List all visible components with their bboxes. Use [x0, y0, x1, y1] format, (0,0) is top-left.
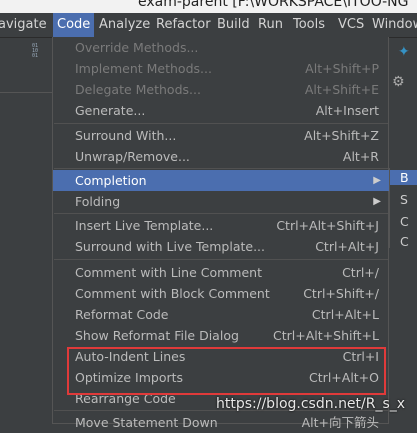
- menu-item-delegate-methods[interactable]: Delegate Methods... Alt+Shift+E: [53, 79, 389, 100]
- menu-item-insert-live-template[interactable]: Insert Live Template... Ctrl+Alt+Shift+J: [53, 215, 389, 236]
- menu-code[interactable]: Code: [53, 13, 95, 37]
- menu-item-label: Surround with Live Template...: [75, 239, 265, 254]
- binary-icon[interactable]: 01 10 01: [32, 44, 46, 59]
- menu-item-label: Override Methods...: [75, 40, 199, 55]
- menu-item-shortcut: Alt+Shift+P: [305, 61, 379, 76]
- menu-item-shortcut: Ctrl+Alt+J: [315, 239, 379, 254]
- menu-item-shortcut: Alt+向下箭头: [301, 415, 379, 430]
- menu-item-shortcut: Alt+Insert: [315, 103, 379, 118]
- menu-navigate[interactable]: avigate: [0, 13, 47, 37]
- separator: [54, 168, 388, 169]
- submenu-item[interactable]: S: [400, 192, 408, 207]
- gear-icon[interactable]: ⚙: [392, 74, 405, 90]
- separator: [54, 259, 388, 260]
- menu-item-label: Generate...: [75, 103, 146, 118]
- menu-item-label: Delegate Methods...: [75, 82, 201, 97]
- separator: [54, 213, 388, 214]
- menu-item-shortcut: Ctrl+Shift+/: [303, 286, 379, 301]
- menu-item-implement-methods[interactable]: Implement Methods... Alt+Shift+P: [53, 58, 389, 79]
- menu-build[interactable]: Build: [217, 13, 250, 37]
- chevron-right-icon: ▶: [373, 175, 381, 186]
- menu-item-label: Comment with Block Comment: [75, 286, 270, 301]
- window-titlebar: exam-parent [F:\WORKSPACE\ITOO-NG: [0, 0, 417, 13]
- chevron-right-icon: ▶: [373, 196, 381, 207]
- menu-item-generate[interactable]: Generate... Alt+Insert: [53, 100, 389, 121]
- completion-submenu: B S C C: [389, 168, 417, 249]
- menu-item-shortcut: Alt+R: [342, 149, 379, 164]
- menu-item-label: Unwrap/Remove...: [75, 149, 190, 164]
- menu-item-label: Insert Live Template...: [75, 218, 214, 233]
- divider: [0, 92, 52, 93]
- menu-item-override-methods[interactable]: Override Methods...: [53, 37, 389, 58]
- menu-run[interactable]: Run: [258, 13, 283, 37]
- menu-item-reformat-code[interactable]: Reformat Code Ctrl+Alt+L: [53, 304, 389, 325]
- menu-item-surround-live-template[interactable]: Surround with Live Template... Ctrl+Alt+…: [53, 236, 389, 257]
- menu-item-folding[interactable]: Folding ▶: [53, 191, 389, 212]
- menu-item-comment-line[interactable]: Comment with Line Comment Ctrl+/: [53, 262, 389, 283]
- highlight-box: [67, 347, 386, 395]
- menu-bar: avigate Code Analyze Refactor Build Run …: [0, 13, 417, 38]
- submenu-item[interactable]: C: [400, 214, 409, 229]
- arrow-icon[interactable]: ✦: [398, 44, 410, 60]
- menu-tools[interactable]: Tools: [293, 13, 325, 37]
- watermark: https://blog.csdn.net/R_s_x: [216, 396, 406, 412]
- separator: [54, 123, 388, 124]
- toolbar: 01 10 01: [0, 38, 52, 66]
- menu-item-shortcut: Ctrl+Alt+Shift+L: [273, 328, 379, 343]
- menu-vcs[interactable]: VCS: [338, 13, 364, 37]
- menu-item-shortcut: Ctrl+/: [342, 265, 379, 280]
- menu-item-label: Show Reformat File Dialog: [75, 328, 239, 343]
- menu-item-label: Implement Methods...: [75, 61, 212, 76]
- menu-item-surround-with[interactable]: Surround With... Alt+Shift+Z: [53, 125, 389, 146]
- submenu-item[interactable]: C: [400, 234, 409, 249]
- menu-item-comment-block[interactable]: Comment with Block Comment Ctrl+Shift+/: [53, 283, 389, 304]
- menu-item-shortcut: Alt+Shift+Z: [304, 128, 379, 143]
- menu-refactor[interactable]: Refactor: [156, 13, 211, 37]
- menu-item-label: Comment with Line Comment: [75, 265, 262, 280]
- menu-item-unwrap-remove[interactable]: Unwrap/Remove... Alt+R: [53, 146, 389, 167]
- left-pane: [0, 66, 52, 424]
- menu-item-move-statement-down[interactable]: Move Statement Down Alt+向下箭头: [53, 412, 389, 433]
- window-title: exam-parent [F:\WORKSPACE\ITOO-NG: [138, 0, 409, 10]
- menu-item-shortcut: Alt+Shift+E: [304, 82, 379, 97]
- submenu-item[interactable]: B: [390, 170, 417, 185]
- menu-item-reformat-dialog[interactable]: Show Reformat File Dialog Ctrl+Alt+Shift…: [53, 325, 389, 346]
- menu-item-label: Folding: [75, 194, 121, 209]
- menu-item-label: Completion: [75, 173, 147, 188]
- menu-item-completion[interactable]: Completion ▶: [53, 170, 389, 191]
- menu-analyze[interactable]: Analyze: [99, 13, 150, 37]
- menu-item-label: Surround With...: [75, 128, 177, 143]
- menu-item-shortcut: Ctrl+Alt+Shift+J: [276, 218, 379, 233]
- menu-item-shortcut: Ctrl+Alt+L: [311, 307, 379, 322]
- menu-window[interactable]: Window: [372, 13, 417, 37]
- menu-item-label: Move Statement Down: [75, 415, 218, 430]
- menu-item-label: Reformat Code: [75, 307, 169, 322]
